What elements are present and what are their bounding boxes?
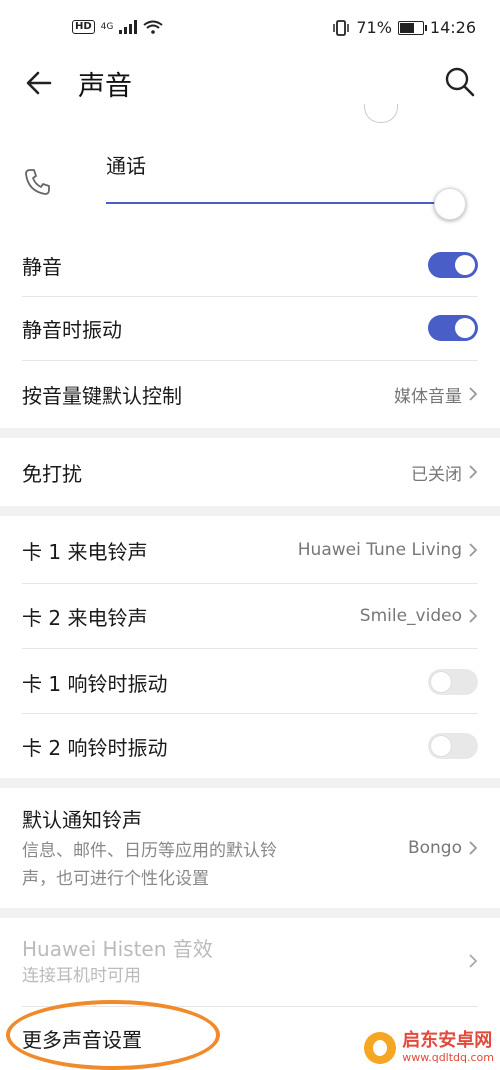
notification-ringtone-row[interactable]: 默认通知铃声 信息、邮件、日历等应用的默认铃 声，也可进行个性化设置 Bongo [22,800,478,896]
sim2-ringtone-value: Smile_video [360,606,478,626]
sim1-ringtone-label: 卡 1 来电铃声 [22,539,148,564]
chevron-right-icon [469,609,478,623]
call-volume-track[interactable] [106,202,446,204]
hd-badge: HD [72,20,95,34]
chevron-right-icon [469,954,478,968]
divider [22,648,478,649]
notification-value-text: Bongo [407,838,462,858]
chevron-right-icon [469,387,478,401]
sim2-vibrate-label: 卡 2 响铃时振动 [22,735,168,760]
mute-vibrate-label: 静音时振动 [22,317,122,342]
app-header: 声音 [0,60,500,106]
section-gap [0,908,500,918]
notification-value: Bongo [408,838,478,858]
sim2-vibrate-toggle[interactable] [428,733,478,759]
clock: 14:26 [429,18,476,37]
mute-vibrate-row[interactable]: 静音时振动 [22,308,478,348]
sim2-ringtone-value-text: Smile_video [359,606,462,626]
mute-label: 静音 [22,254,62,279]
dnd-label: 免打扰 [22,461,82,486]
call-volume-knob[interactable] [434,188,466,220]
highlight-circle [6,1000,220,1070]
divider [22,583,478,584]
phone-icon [25,169,50,195]
watermark: 启东安卓网 www.qdltdq.com [364,1031,494,1064]
chevron-right-icon [469,465,478,479]
volume-key-value: 媒体音量 [394,382,478,407]
watermark-url: www.qdltdq.com [402,1051,494,1064]
watermark-text: 启东安卓网 www.qdltdq.com [402,1030,494,1065]
battery-fill [399,22,415,33]
dnd-value: 已关闭 [411,460,478,485]
call-volume-label: 通话 [106,154,146,178]
divider [22,296,478,297]
vibrate-icon [333,19,350,36]
battery-icon [397,20,427,35]
histen-desc: 连接耳机时可用 [22,965,141,986]
battery-percent: 71% [356,18,392,37]
page-title: 声音 [78,71,132,102]
mute-row[interactable]: 静音 [22,245,478,285]
chevron-right-icon [469,841,478,855]
sim2-vibrate-row[interactable]: 卡 2 响铃时振动 [22,726,478,766]
mute-vibrate-toggle[interactable] [428,315,478,341]
histen-text: Huawei Histen 音效 连接耳机时可用 [22,933,213,990]
histen-label: Huawei Histen 音效 [22,936,213,961]
section-gap [0,778,500,788]
dnd-row[interactable]: 免打扰 已关闭 [22,452,478,492]
sim1-ringtone-row[interactable]: 卡 1 来电铃声 Huawei Tune Living [22,530,478,570]
watermark-name: 启东安卓网 [402,1030,493,1051]
volume-key-label: 按音量键默认控制 [22,383,182,408]
back-arrow-icon[interactable] [22,66,56,100]
toggle-knob [431,736,451,756]
status-right: 71% 14:26 [332,18,476,37]
divider [22,360,478,361]
notification-desc-2: 声，也可进行个性化设置 [22,868,209,889]
sim1-ringtone-value: Huawei Tune Living [298,540,478,560]
dnd-value-text: 已关闭 [411,464,462,485]
signal-icon [119,20,138,34]
notification-label: 默认通知铃声 [22,807,142,832]
notification-text: 默认通知铃声 信息、邮件、日历等应用的默认铃 声，也可进行个性化设置 [22,804,277,893]
toggle-knob [455,255,475,275]
watermark-logo-icon [364,1031,397,1064]
volume-key-row[interactable]: 按音量键默认控制 媒体音量 [22,374,478,414]
histen-row[interactable]: Huawei Histen 音效 连接耳机时可用 [22,928,478,994]
chevron-right-icon [469,543,478,557]
section-gap [0,428,500,438]
notification-desc-1: 信息、邮件、日历等应用的默认铃 [22,840,277,861]
sim1-vibrate-row[interactable]: 卡 1 响铃时振动 [22,662,478,702]
status-left: HD 4G [72,20,163,34]
sim1-vibrate-label: 卡 1 响铃时振动 [22,671,168,696]
sim2-ringtone-row[interactable]: 卡 2 来电铃声 Smile_video [22,596,478,636]
sim2-ringtone-label: 卡 2 来电铃声 [22,605,148,630]
sim1-ringtone-value-text: Huawei Tune Living [297,540,462,560]
previous-slider-knob[interactable] [364,104,398,123]
volume-key-value-text: 媒体音量 [394,386,462,407]
toggle-knob [455,318,475,338]
divider [22,713,478,714]
status-bar: HD 4G 71% 14:26 [0,0,500,60]
toggle-knob [431,672,451,692]
mute-toggle[interactable] [428,252,478,278]
wifi-icon [143,20,163,34]
search-icon[interactable] [444,66,476,98]
section-gap [0,506,500,516]
network-type: 4G [100,22,114,32]
sim1-vibrate-toggle[interactable] [428,669,478,695]
